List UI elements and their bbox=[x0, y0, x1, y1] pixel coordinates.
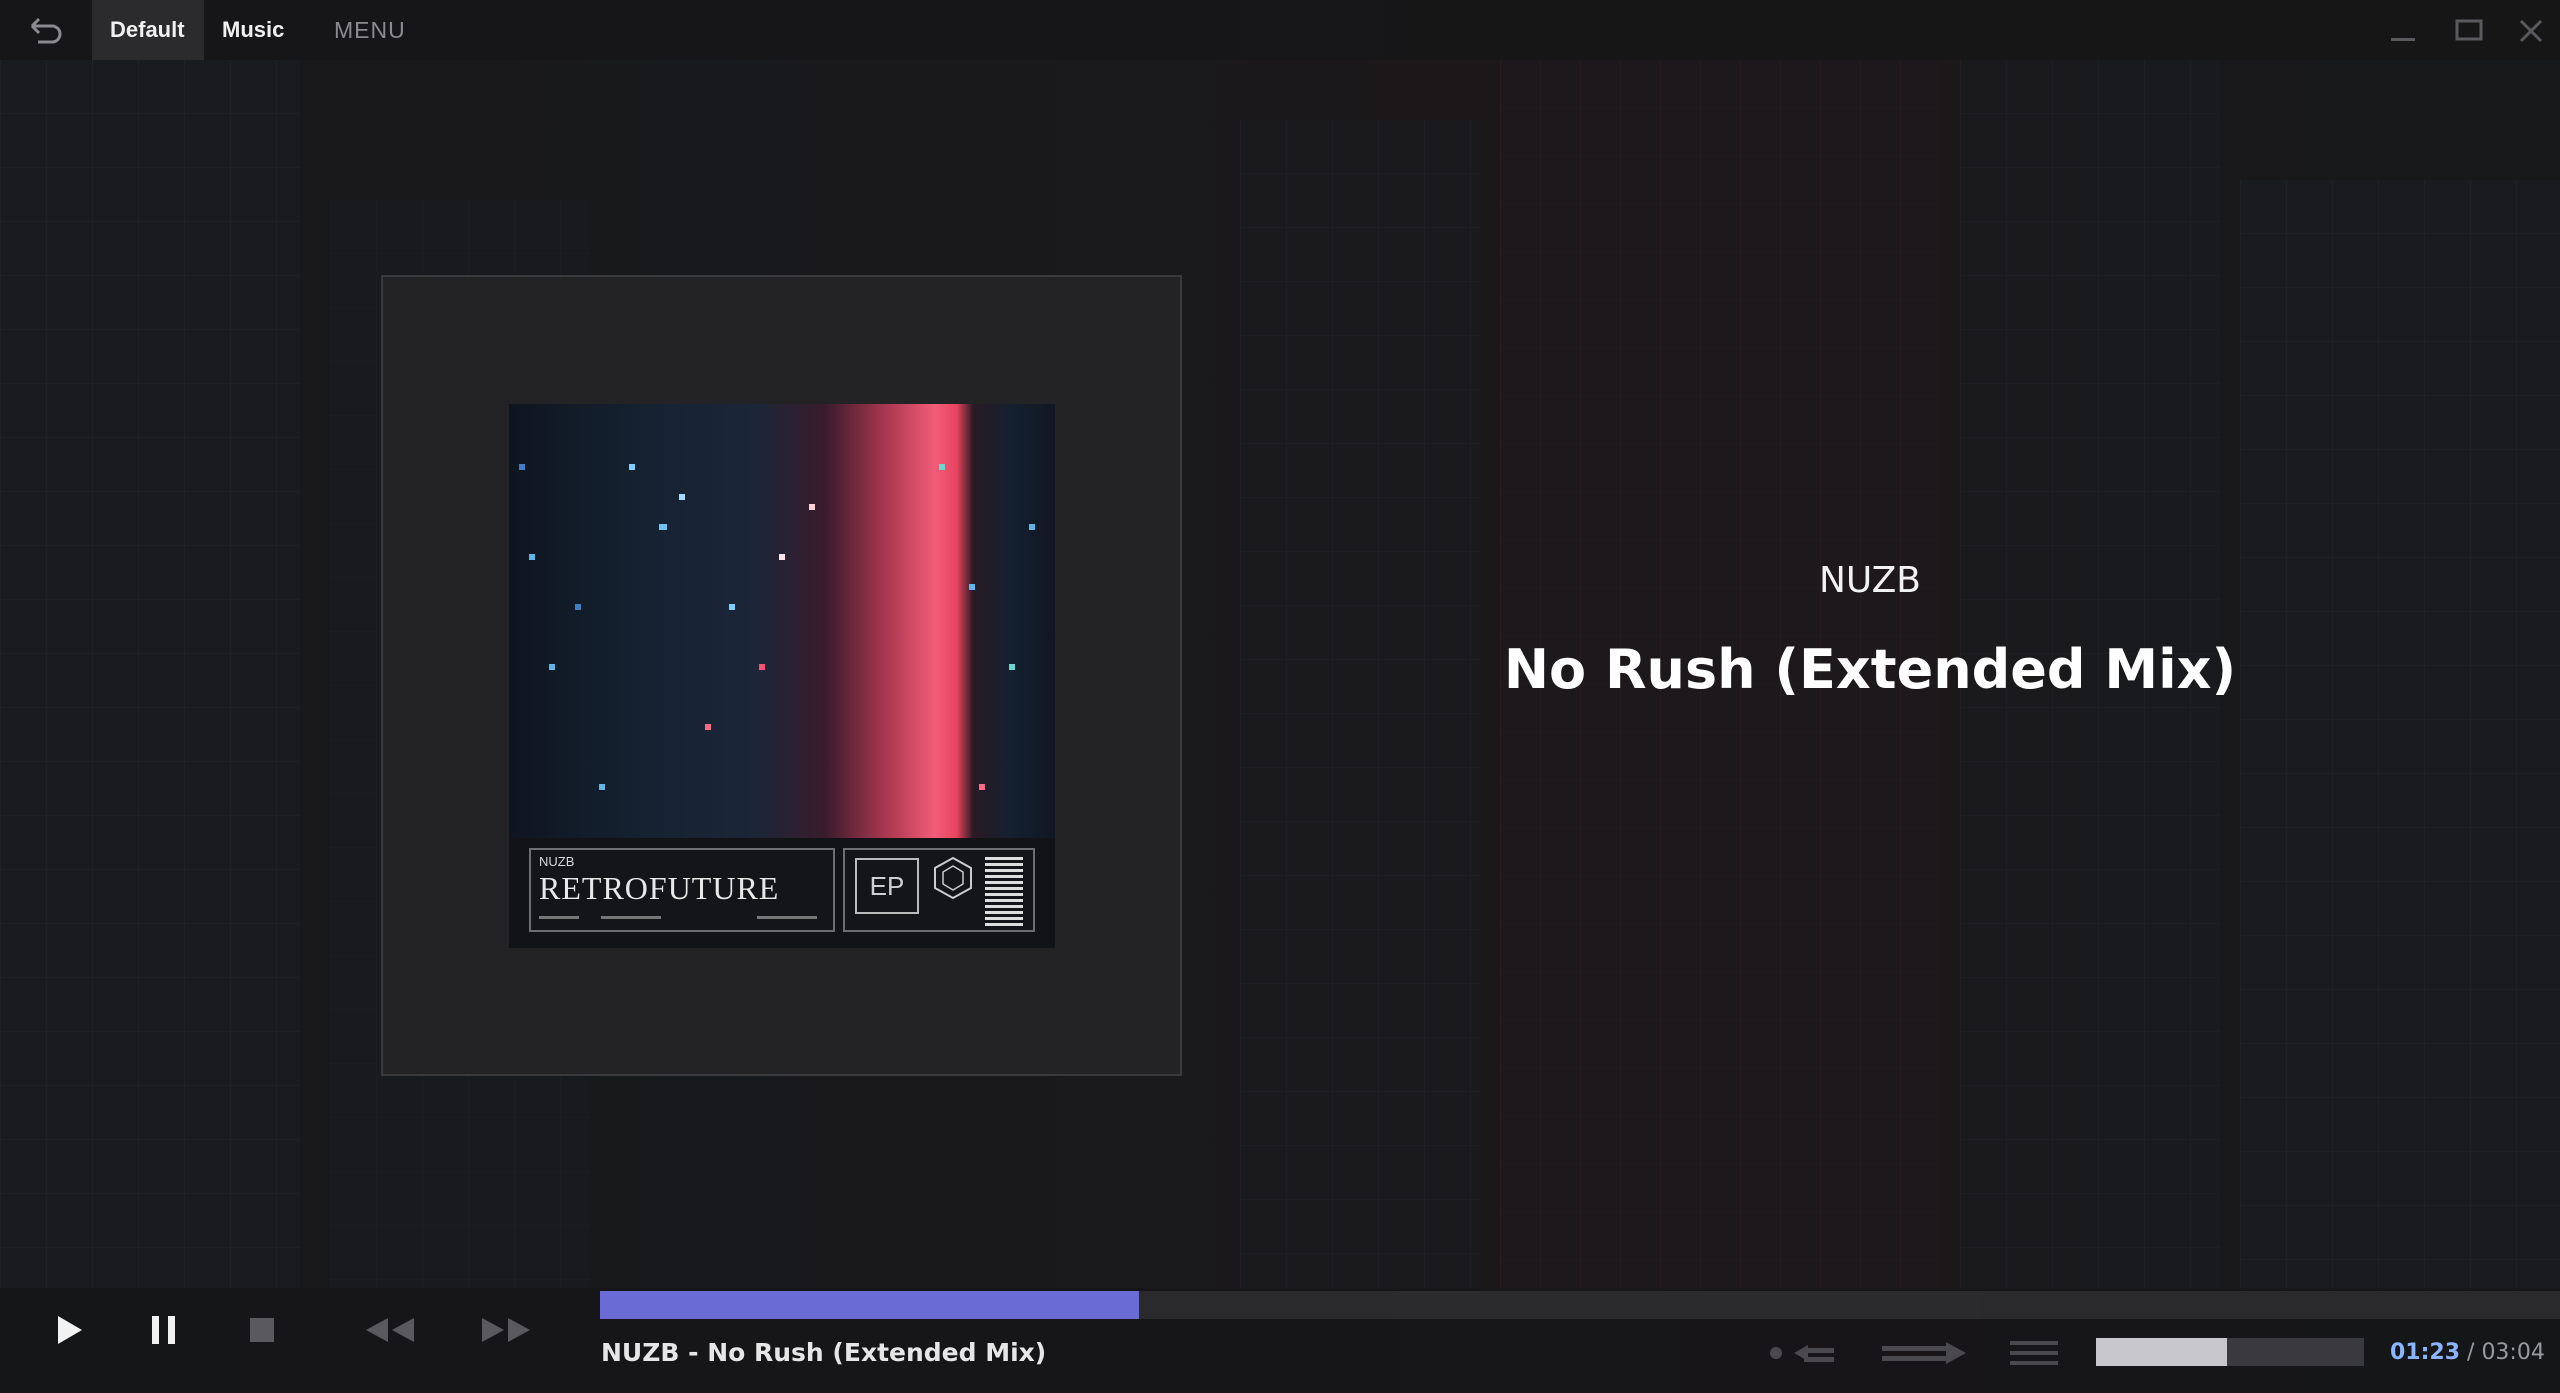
track-artist: NUZB bbox=[1818, 560, 1921, 601]
seek-bar-progress bbox=[600, 1291, 1139, 1319]
media-player-window: Default Music MENU NUZB RETROFUTURE EP N… bbox=[0, 0, 2560, 1393]
repeat-icon bbox=[1770, 1345, 1834, 1362]
barcode-icon bbox=[985, 856, 1023, 926]
play-icon bbox=[58, 1316, 82, 1344]
now-playing-text: NUZB - No Rush (Extended Mix) bbox=[601, 1336, 1046, 1370]
shuffle-icon bbox=[1882, 1342, 1966, 1364]
top-bar: Default Music MENU bbox=[0, 0, 2560, 60]
playlist-icon bbox=[2010, 1341, 2058, 1365]
seek-bar[interactable] bbox=[600, 1291, 2560, 1319]
time-separator: / bbox=[2460, 1340, 2482, 1365]
volume-level bbox=[2096, 1338, 2228, 1366]
album-artist: NUZB bbox=[539, 854, 575, 869]
volume-slider[interactable] bbox=[2096, 1338, 2364, 1366]
time-display: 01:23 / 03:04 bbox=[2390, 1336, 2545, 1370]
album-format: EP bbox=[855, 858, 919, 914]
current-time: 01:23 bbox=[2390, 1340, 2461, 1365]
undo-arrow-icon bbox=[30, 17, 62, 44]
stop-icon bbox=[250, 1318, 274, 1342]
album-cover-label: NUZB RETROFUTURE EP bbox=[509, 838, 1055, 948]
pause-button[interactable] bbox=[148, 1312, 180, 1348]
tab-default[interactable]: Default bbox=[92, 0, 204, 60]
maximize-icon bbox=[2455, 19, 2483, 41]
rewind-icon bbox=[366, 1318, 414, 1342]
minimize-icon bbox=[2391, 38, 2415, 41]
back-button[interactable] bbox=[26, 14, 66, 46]
fast-forward-icon bbox=[482, 1318, 530, 1342]
repeat-button[interactable] bbox=[1764, 1336, 1844, 1370]
close-icon bbox=[2519, 19, 2543, 43]
menu-button[interactable]: MENU bbox=[334, 0, 406, 60]
track-title: No Rush (Extended Mix) bbox=[1503, 638, 2237, 701]
album-format-box: EP bbox=[843, 848, 1035, 932]
label-logo-icon bbox=[934, 856, 972, 900]
close-button[interactable] bbox=[2516, 16, 2546, 46]
album-cover: NUZB RETROFUTURE EP bbox=[509, 404, 1055, 948]
playlist-button[interactable] bbox=[2008, 1336, 2060, 1370]
album-cover-photo bbox=[509, 404, 1055, 838]
now-playing-artist: NUZB bbox=[601, 1338, 680, 1367]
total-time: 03:04 bbox=[2481, 1340, 2545, 1365]
shuffle-button[interactable] bbox=[1880, 1336, 1970, 1370]
pause-icon bbox=[152, 1316, 175, 1344]
maximize-button[interactable] bbox=[2454, 16, 2484, 46]
next-button[interactable] bbox=[478, 1312, 536, 1348]
play-button[interactable] bbox=[54, 1312, 86, 1348]
album-title-box: NUZB RETROFUTURE bbox=[529, 848, 835, 932]
previous-button[interactable] bbox=[360, 1312, 418, 1348]
now-playing-title: No Rush (Extended Mix) bbox=[707, 1338, 1047, 1367]
now-playing-separator: - bbox=[679, 1338, 708, 1367]
minimize-button[interactable] bbox=[2388, 16, 2418, 46]
tab-music[interactable]: Music bbox=[204, 0, 300, 60]
album-title: RETROFUTURE bbox=[539, 870, 780, 906]
stop-button[interactable] bbox=[248, 1312, 276, 1348]
